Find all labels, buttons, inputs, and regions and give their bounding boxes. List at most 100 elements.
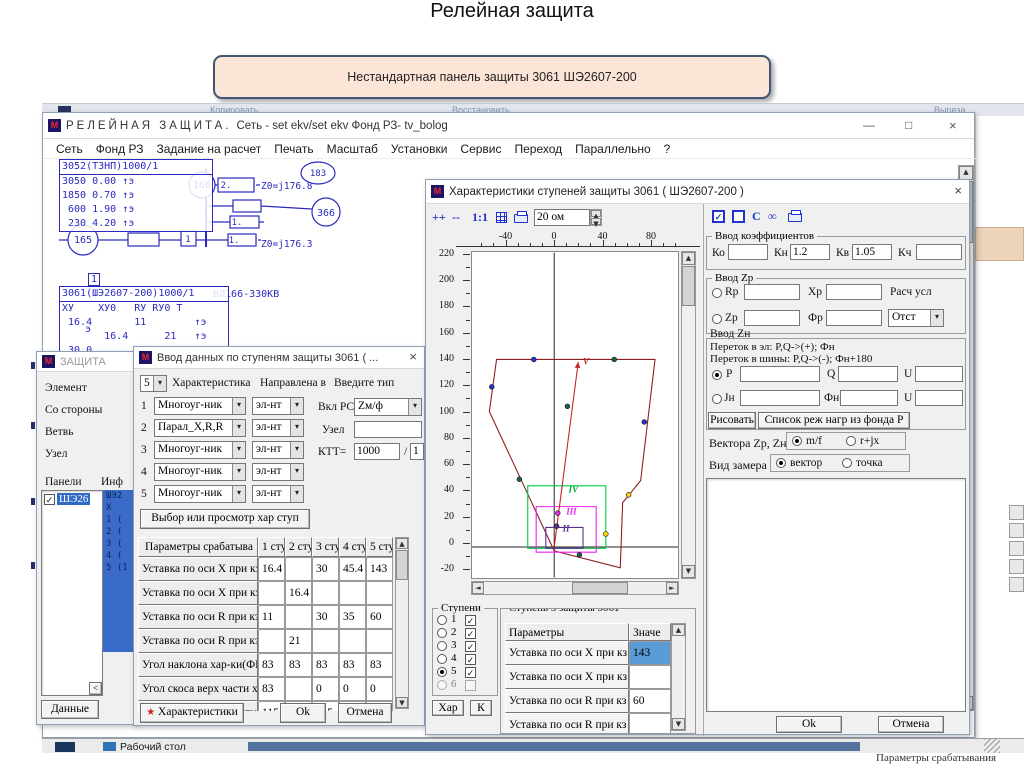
ktt-numerator-input[interactable]: 1000 xyxy=(354,443,400,460)
fn-input[interactable] xyxy=(840,390,898,406)
panels-listbox[interactable]: ✓ ШЭ26 xyxy=(41,490,103,696)
vvod-table-scrollbar[interactable]: ▲ ▼ xyxy=(395,537,409,709)
vvod-col-header-4[interactable]: 4 сту xyxy=(339,537,366,557)
minimize-button[interactable]: — xyxy=(863,118,875,132)
char-dir-combo-1[interactable]: эл-нт xyxy=(252,397,304,415)
node-366[interactable]: 366 xyxy=(317,208,335,219)
xp-input[interactable] xyxy=(826,284,882,300)
uzel-input[interactable] xyxy=(354,421,422,438)
plot-h-scrollbar[interactable]: ◄ ► xyxy=(471,581,679,595)
menu-item-1[interactable]: Фонд РЗ xyxy=(96,142,144,156)
info-item-3[interactable]: 2 ( xyxy=(103,526,136,538)
char-type-combo-4[interactable]: Многоуг-ник xyxy=(154,463,246,481)
zp-radio[interactable] xyxy=(712,314,722,324)
menu-item-0[interactable]: Сеть xyxy=(56,142,83,156)
vector-radio[interactable] xyxy=(776,458,786,468)
vvod-value-cell[interactable]: 45.4 xyxy=(339,557,366,581)
vvod-col-header-5[interactable]: 5 сту xyxy=(366,537,393,557)
vvod-value-cell[interactable]: 35 xyxy=(339,605,366,629)
info-item-4[interactable]: 3 ( xyxy=(103,538,136,550)
vvod-scroll-down[interactable]: ▼ xyxy=(396,697,408,708)
vvod-value-cell[interactable]: 21 xyxy=(285,629,312,653)
stage-radio-4[interactable] xyxy=(437,654,447,664)
vvod-value-cell[interactable]: 83 xyxy=(285,653,312,677)
stage-check-1[interactable]: ✓ xyxy=(465,615,476,626)
data-button[interactable]: Данные xyxy=(41,700,99,719)
stage5-scroll-down[interactable]: ▼ xyxy=(672,718,685,730)
vvod-value-cell[interactable]: 30 xyxy=(312,557,339,581)
plot-v-thumb[interactable] xyxy=(682,266,695,306)
vvod-col-header-1[interactable]: 1 сту xyxy=(258,537,285,557)
jn-radio[interactable] xyxy=(712,394,722,404)
chart-ok-button[interactable]: Ok xyxy=(776,716,842,733)
stage5-value-cell[interactable]: 143 xyxy=(629,641,671,665)
vvod-cancel-button[interactable]: Отмена xyxy=(338,703,392,723)
vvod-value-cell[interactable] xyxy=(339,629,366,653)
vvod-scroll-up[interactable]: ▲ xyxy=(396,538,408,549)
u-input[interactable] xyxy=(915,366,963,382)
node-183[interactable]: 183 xyxy=(310,169,326,179)
stage5-value-cell[interactable] xyxy=(629,713,671,734)
info-item-1[interactable]: Х xyxy=(103,502,136,514)
stage-radio-1[interactable] xyxy=(437,615,447,625)
load-list-button[interactable]: Список реж нагр из фонда Р xyxy=(758,412,910,429)
plot-v-scrollbar[interactable]: ▲ ▼ xyxy=(681,251,696,579)
menu-item-6[interactable]: Сервис xyxy=(460,142,501,156)
vvod-close-icon[interactable]: × xyxy=(409,350,417,364)
stage5-value-cell[interactable]: 60 xyxy=(629,689,671,713)
menu-item-8[interactable]: Параллельно xyxy=(575,142,650,156)
menu-item-5[interactable]: Установки xyxy=(391,142,447,156)
vvod-col-header-2[interactable]: 2 сту xyxy=(285,537,312,557)
vvod-value-cell[interactable] xyxy=(258,581,285,605)
resize-grip[interactable] xyxy=(984,739,1000,753)
tochka-radio[interactable] xyxy=(842,458,852,468)
vvod-value-cell[interactable] xyxy=(285,557,312,581)
plot-scroll-left[interactable]: ◄ xyxy=(472,582,484,594)
vvod-value-cell[interactable] xyxy=(285,605,312,629)
info-item-6[interactable]: 5 (1 xyxy=(103,562,136,574)
desktop-icon[interactable] xyxy=(103,742,116,751)
close-button[interactable]: × xyxy=(949,118,957,133)
chain-icon[interactable]: ∞ xyxy=(768,209,777,224)
select-char-button[interactable]: Выбор или просмотр хар ступ xyxy=(140,509,310,529)
plot-scroll-up[interactable]: ▲ xyxy=(682,252,695,265)
jn-input[interactable] xyxy=(740,390,820,406)
vvod-scroll-thumb[interactable] xyxy=(396,550,408,580)
check-on-icon[interactable]: ✓ xyxy=(712,210,725,223)
p-radio[interactable] xyxy=(712,370,722,380)
har-button[interactable]: Хар xyxy=(432,700,464,716)
u2-input[interactable] xyxy=(915,390,963,406)
stage5-scroll-up[interactable]: ▲ xyxy=(672,624,685,636)
stage5-scrollbar[interactable]: ▲ ▼ xyxy=(671,623,686,731)
vvod-value-cell[interactable]: 30 xyxy=(312,605,339,629)
char-dir-combo-3[interactable]: эл-нт xyxy=(252,441,304,459)
scroll-up-arrow[interactable]: ▲ xyxy=(959,166,973,180)
stage5-col-value[interactable]: Значе xyxy=(629,623,671,641)
stage-check-3[interactable]: ✓ xyxy=(465,641,476,652)
print-icon-right[interactable] xyxy=(788,213,802,222)
vvod-value-cell[interactable]: 83 xyxy=(339,653,366,677)
char-type-combo-1[interactable]: Многоуг-ник xyxy=(154,397,246,415)
kv-input[interactable]: 1.05 xyxy=(852,244,892,260)
k-button[interactable]: К xyxy=(470,700,492,716)
char-dir-combo-2[interactable]: эл-нт xyxy=(252,419,304,437)
node-1[interactable]: 1 xyxy=(185,235,190,245)
char-type-combo-3[interactable]: Многоуг-ник xyxy=(154,441,246,459)
vvod-value-cell[interactable] xyxy=(312,581,339,605)
desktop-label[interactable]: Рабочий стол xyxy=(120,741,186,753)
vvod-value-cell[interactable]: 16.4 xyxy=(285,581,312,605)
vvod-value-cell[interactable] xyxy=(339,581,366,605)
vvod-value-cell[interactable]: 0 xyxy=(366,677,393,701)
rp-input[interactable] xyxy=(744,284,800,300)
rjx-radio[interactable] xyxy=(846,436,856,446)
char-dir-combo-5[interactable]: эл-нт xyxy=(252,485,304,503)
results-listbox[interactable] xyxy=(706,478,966,712)
panel-item-selected[interactable]: ШЭ26 xyxy=(57,493,90,505)
kn-input[interactable]: 1.2 xyxy=(790,244,830,260)
vvod-value-cell[interactable] xyxy=(285,677,312,701)
vvod-value-cell[interactable]: 83 xyxy=(312,653,339,677)
menu-item-4[interactable]: Масштаб xyxy=(327,142,378,156)
q-input[interactable] xyxy=(838,366,898,382)
vvod-ok-button[interactable]: Ok xyxy=(280,703,326,723)
branch-2[interactable]: 2. xyxy=(221,181,232,191)
